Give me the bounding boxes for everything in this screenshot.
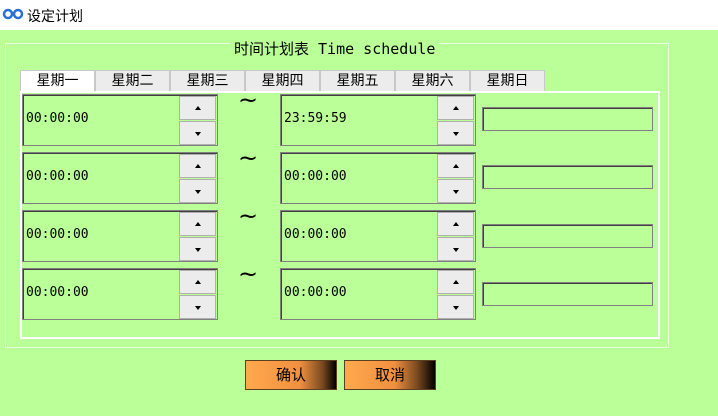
spin-up-button[interactable]: [179, 154, 216, 178]
spin-up-button[interactable]: [437, 154, 474, 178]
range-separator: ~: [238, 260, 259, 288]
spin-up-button[interactable]: [437, 212, 474, 236]
note-input[interactable]: [482, 165, 653, 189]
end-time-value: 00:00:00: [284, 227, 347, 242]
confirm-button[interactable]: 确认: [245, 360, 337, 390]
spin-down-button[interactable]: [179, 237, 216, 261]
tab-saturday[interactable]: 星期六: [395, 70, 470, 92]
spin-down-button[interactable]: [437, 121, 474, 145]
spin-up-button[interactable]: [179, 212, 216, 236]
title-bar: 设定计划: [0, 0, 718, 30]
start-time-field[interactable]: 00:00:00: [22, 152, 218, 204]
spin-down-button[interactable]: [179, 121, 216, 145]
start-time-field[interactable]: 00:00:00: [22, 268, 218, 320]
note-input[interactable]: [482, 224, 653, 248]
spin-down-button[interactable]: [179, 179, 216, 203]
start-time-value: 00:00:00: [26, 285, 89, 300]
start-time-field[interactable]: 00:00:00: [22, 210, 218, 262]
spin-up-button[interactable]: [437, 96, 474, 120]
spin-down-button[interactable]: [437, 179, 474, 203]
end-time-field[interactable]: 23:59:59: [280, 94, 476, 146]
schedule-dialog-body: 时间计划表 Time schedule 星期一 星期二 星期三 星期四 星期五 …: [0, 30, 718, 416]
spin-up-button[interactable]: [179, 96, 216, 120]
spin-down-button[interactable]: [437, 295, 474, 319]
infinity-link-icon: [2, 8, 24, 20]
spin-down-button[interactable]: [437, 237, 474, 261]
tab-wednesday[interactable]: 星期三: [170, 70, 245, 92]
tab-tuesday[interactable]: 星期二: [95, 70, 170, 92]
start-time-value: 00:00:00: [26, 169, 89, 184]
spin-up-button[interactable]: [437, 270, 474, 294]
tab-sunday[interactable]: 星期日: [470, 70, 545, 92]
spin-down-button[interactable]: [179, 295, 216, 319]
start-time-value: 00:00:00: [26, 111, 89, 126]
start-time-field[interactable]: 00:00:00: [22, 94, 218, 146]
window-title: 设定计划: [27, 9, 83, 25]
group-title: 时间计划表 Time schedule: [230, 38, 440, 59]
end-time-field[interactable]: 00:00:00: [280, 210, 476, 262]
end-time-value: 23:59:59: [284, 111, 347, 126]
start-time-value: 00:00:00: [26, 227, 89, 242]
tab-monday[interactable]: 星期一: [20, 70, 95, 92]
range-separator: ~: [238, 86, 259, 114]
spin-up-button[interactable]: [179, 270, 216, 294]
end-time-value: 00:00:00: [284, 285, 347, 300]
note-input[interactable]: [482, 107, 653, 131]
range-separator: ~: [238, 202, 259, 230]
end-time-value: 00:00:00: [284, 169, 347, 184]
tab-friday[interactable]: 星期五: [320, 70, 395, 92]
range-separator: ~: [238, 144, 259, 172]
end-time-field[interactable]: 00:00:00: [280, 152, 476, 204]
cancel-button[interactable]: 取消: [344, 360, 436, 390]
end-time-field[interactable]: 00:00:00: [280, 268, 476, 320]
note-input[interactable]: [482, 282, 653, 306]
